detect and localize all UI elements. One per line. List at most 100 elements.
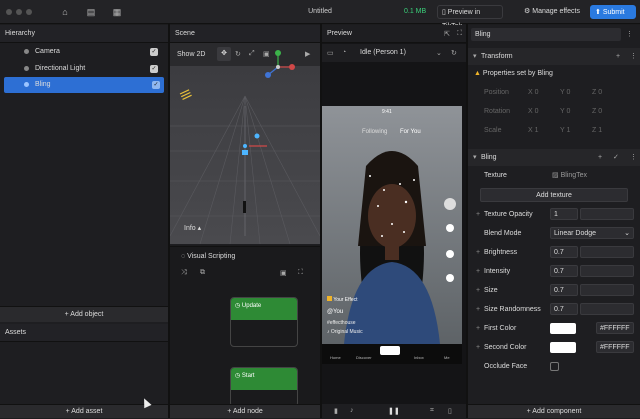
occlude-face-label: Occlude Face [484,363,528,370]
visibility-checkbox[interactable]: ✓ [150,65,158,73]
add-component-button[interactable]: + Add component [468,404,640,418]
add-object-button[interactable]: + Add object [0,306,168,322]
intensity-input[interactable]: 0.7 [550,265,578,277]
info-label: Info [184,225,196,232]
node-start[interactable]: ◷ Start [230,367,298,407]
texture-opacity-row: + Texture Opacity 1 [472,205,638,224]
show-2d-toggle[interactable]: Show 2D [177,51,205,58]
hierarchy-item-bling[interactable]: Bling ✓ [4,77,164,93]
camera-view-icon[interactable]: ▶ [305,50,310,58]
scale-tool-icon[interactable]: ⤢ [249,50,255,58]
intensity-slider[interactable] [580,265,634,277]
check-icon[interactable]: ✓ [613,149,619,166]
expand-icon[interactable]: + [476,205,480,224]
texture-opacity-slider[interactable] [580,208,634,220]
position-y: 0 [566,89,571,96]
image-icon: ▨ [552,172,561,179]
expand-icon[interactable]: + [476,243,480,262]
first-color-swatch[interactable] [550,323,576,334]
object-name-field[interactable]: Bling [471,28,621,41]
visibility-checkbox[interactable]: ✓ [150,48,158,56]
hierarchy-panel: Hierarchy Camera ✓ Directional Light ✓ B… [0,25,168,325]
blend-mode-row: Blend Mode Linear Dodge ⌄ [472,224,638,243]
vs-zoom-icon[interactable]: ▣ [280,269,287,277]
visibility-checkbox[interactable]: ✓ [152,81,160,89]
bling-title: Bling [481,154,497,161]
bling-section[interactable]: ▾ Bling + ✓ ⋮ [468,149,640,166]
first-color-hex[interactable]: #FFFFFF [596,322,634,334]
refresh-icon[interactable]: ↻ [451,49,457,57]
chevron-down-icon: ▾ [473,53,477,60]
effect-badge-icon [327,296,332,301]
music-note-icon[interactable]: ♪ [350,407,354,414]
size-row: + Size 0.7 [472,281,638,300]
hierarchy-item-label: Directional Light [35,65,86,72]
node-clock-icon: ◷ [235,303,242,309]
scene-info-toggle[interactable]: Info ▴ [184,224,201,232]
size-slider[interactable] [580,284,634,296]
camera-icon [24,49,29,54]
chevron-down-icon: ▾ [473,154,477,161]
rotate-tool-icon[interactable]: ↻ [235,50,241,58]
phone-preview[interactable]: 9:41 Following For You Your Effect @You … [322,106,462,364]
occlude-face-checkbox[interactable] [550,362,559,371]
preview-controls: ▮ ♪ ❚❚ ⌗ ▯ [322,404,466,418]
hierarchy-item-camera[interactable]: Camera ✓ [0,44,166,60]
submit-label: Submit [602,9,625,16]
add-texture-button[interactable]: Add texture [480,188,628,202]
vs-fit-icon[interactable]: ⛶ [298,269,303,277]
top-bar: ⌂ ▤ ▦ Untitled 0.1 MB ▯ Preview in TikTo… [0,0,640,30]
gear-icon: ⚙ [524,8,533,15]
intensity-row: + Intensity 0.7 [472,262,638,281]
texture-value[interactable]: ▨ BlingTex [552,166,587,185]
preview-mode-select[interactable]: Idle (Person 1) [360,49,406,56]
expand-icon[interactable]: ⛶ [457,30,462,38]
node-label: Start [241,373,255,379]
brightness-input[interactable]: 0.7 [550,246,578,258]
device-icon[interactable]: ▭ [327,49,334,57]
chevron-down-icon[interactable]: ⌄ [436,49,442,57]
scene-viewport[interactable]: Info ▴ [169,66,321,245]
size-input[interactable]: 0.7 [550,284,578,296]
submit-button[interactable]: ⬆ Submit [590,5,636,19]
second-color-hex[interactable]: #FFFFFF [596,341,634,353]
add-node-button[interactable]: + Add node [170,404,320,418]
manage-effects-button[interactable]: ⚙ Manage effects [520,5,584,19]
node-update[interactable]: ◷ Update [230,297,298,347]
pause-icon[interactable]: ❚❚ [388,407,400,415]
position-x: 0 [534,89,539,96]
popout-icon[interactable]: ⇱ [444,30,450,38]
more-icon[interactable]: ⋮ [630,149,637,166]
move-tool-icon[interactable]: ✥ [217,47,231,61]
expand-icon[interactable]: + [476,319,480,338]
mic-icon[interactable]: ▮ [334,407,338,415]
more-icon[interactable]: ⋮ [630,48,637,65]
expand-icon[interactable]: + [476,300,480,319]
crop-icon[interactable]: ⌗ [430,407,434,415]
size-randomness-slider[interactable] [580,303,634,315]
blend-mode-select[interactable]: Linear Dodge ⌄ [550,227,634,239]
size-randomness-input[interactable]: 0.7 [550,303,578,315]
for-you-tab: For You [400,129,421,135]
add-icon[interactable]: + [616,48,620,65]
vs-copy-icon[interactable]: ⧉ [200,269,205,277]
upload-icon: ⬆ [595,9,603,16]
expand-icon[interactable]: + [476,281,480,300]
texture-label: Texture [484,172,507,179]
texture-opacity-input[interactable]: 1 [550,208,578,220]
expand-icon[interactable]: + [476,338,480,357]
more-icon[interactable]: ⋮ [626,30,633,38]
texture-row: Texture ▨ BlingTex [472,166,638,185]
hierarchy-item-light[interactable]: Directional Light ✓ [0,61,166,77]
add-icon[interactable]: + [598,149,602,166]
vs-shuffle-icon[interactable]: ⤨ [181,269,187,277]
expand-icon[interactable]: + [476,262,480,281]
preview-tiktok-button[interactable]: ▯ Preview in TikTok [437,5,503,30]
axis-gizmo[interactable] [256,47,298,83]
brightness-slider[interactable] [580,246,634,258]
transform-section[interactable]: ▾ Transform + ⋮ [468,48,640,65]
record-icon[interactable]: ▯ [448,407,452,415]
timer-icon[interactable]: ◔ [342,49,346,56]
username: @You [327,309,344,315]
second-color-swatch[interactable] [550,342,576,353]
